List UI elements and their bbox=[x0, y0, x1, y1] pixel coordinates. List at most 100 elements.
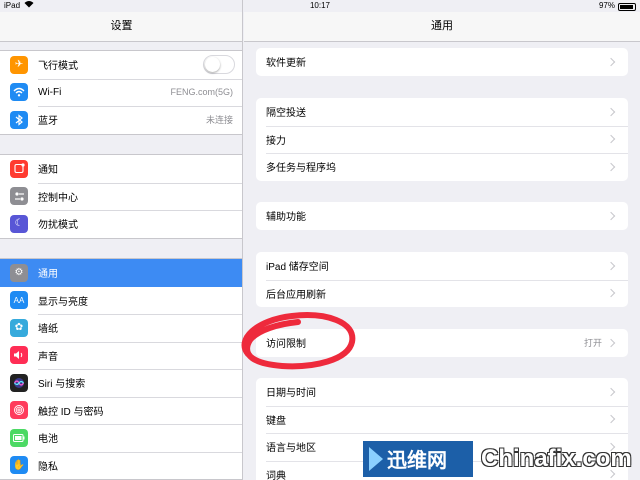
wifi-network-name: FENG.com(5G) bbox=[170, 87, 233, 98]
control-center-icon bbox=[10, 187, 28, 206]
sidebar-item-wifi[interactable]: Wi-Fi FENG.com(5G) bbox=[0, 78, 242, 107]
sidebar-item-label: Siri 与搜索 bbox=[38, 379, 86, 391]
row-airdrop[interactable]: 隔空投送 bbox=[256, 98, 628, 126]
moon-icon: ☾ bbox=[10, 214, 28, 233]
sidebar-item-display-brightness[interactable]: AA 显示与亮度 bbox=[0, 287, 242, 315]
row-label: 辅助功能 bbox=[266, 212, 306, 224]
bluetooth-status: 未连接 bbox=[205, 115, 233, 126]
sidebar-group-general: ⚙ 通用 AA 显示与亮度 ✿ 墙纸 声音 Siri 与搜索 触控 ID 与密码… bbox=[0, 258, 242, 480]
battery-icon bbox=[10, 428, 28, 447]
row-software-update[interactable]: 软件更新 bbox=[256, 48, 628, 76]
status-right: 97% bbox=[599, 0, 636, 12]
row-handoff[interactable]: 接力 bbox=[256, 125, 628, 154]
settings-sidebar: 设置 ✈ 飞行模式 Wi-Fi FENG.com(5G) 蓝牙 未连接 通知 控… bbox=[0, 0, 243, 480]
sidebar-item-general[interactable]: ⚙ 通用 bbox=[0, 259, 242, 287]
general-group-restrictions: 访问限制 打开 bbox=[256, 329, 628, 357]
sidebar-item-sounds[interactable]: 声音 bbox=[0, 341, 242, 370]
sidebar-item-battery[interactable]: 电池 bbox=[0, 424, 242, 452]
row-label: 软件更新 bbox=[266, 58, 306, 70]
row-background-app-refresh[interactable]: 后台应用刷新 bbox=[256, 279, 628, 308]
notifications-icon bbox=[10, 159, 28, 178]
watermark-cn: 迅维网 bbox=[387, 450, 447, 472]
sidebar-item-label: 蓝牙 bbox=[38, 116, 58, 128]
chevron-right-icon bbox=[606, 338, 616, 347]
chevron-right-icon bbox=[606, 57, 616, 66]
status-time: 10:17 bbox=[309, 1, 331, 10]
general-group-update: 软件更新 bbox=[256, 48, 628, 76]
status-left: iPad bbox=[4, 0, 34, 12]
sidebar-group-connectivity: ✈ 飞行模式 Wi-Fi FENG.com(5G) 蓝牙 未连接 bbox=[0, 50, 242, 135]
siri-icon bbox=[10, 373, 28, 392]
row-restrictions[interactable]: 访问限制 打开 bbox=[256, 329, 628, 357]
watermark-logo: 迅维网 bbox=[363, 440, 473, 477]
airplane-mode-toggle[interactable] bbox=[203, 55, 235, 75]
chevron-right-icon bbox=[606, 211, 616, 220]
watermark-en: Chinafix.com bbox=[481, 444, 632, 472]
watermark: 迅维网 Chinafix.com bbox=[363, 437, 640, 480]
row-accessibility[interactable]: 辅助功能 bbox=[256, 202, 628, 230]
watermark-arrow-icon bbox=[369, 446, 383, 471]
chevron-right-icon bbox=[606, 387, 616, 396]
chevron-right-icon bbox=[606, 289, 616, 298]
battery-percent: 97% bbox=[598, 1, 615, 10]
row-label: 日期与时间 bbox=[266, 388, 316, 400]
sidebar-item-label: 隐私 bbox=[38, 461, 58, 473]
display-icon: AA bbox=[10, 291, 28, 310]
sidebar-item-airplane-mode[interactable]: ✈ 飞行模式 bbox=[0, 51, 242, 79]
row-label: 接力 bbox=[266, 135, 286, 147]
sidebar-title: 设置 bbox=[0, 12, 242, 42]
general-group-storage: iPad 储存空间 后台应用刷新 bbox=[256, 252, 628, 307]
chevron-right-icon bbox=[606, 415, 616, 424]
wallpaper-icon: ✿ bbox=[10, 318, 28, 337]
sidebar-item-label: 显示与亮度 bbox=[38, 296, 88, 308]
general-group-continuity: 隔空投送 接力 多任务与程序坞 bbox=[256, 98, 628, 181]
sidebar-item-control-center[interactable]: 控制中心 bbox=[0, 182, 242, 211]
sidebar-item-label: 触控 ID 与密码 bbox=[38, 406, 104, 418]
row-label: 多任务与程序坞 bbox=[266, 163, 336, 175]
row-label: iPad 储存空间 bbox=[266, 262, 329, 274]
sidebar-item-siri-search[interactable]: Siri 与搜索 bbox=[0, 369, 242, 397]
sidebar-item-label: 控制中心 bbox=[38, 192, 78, 204]
row-label: 访问限制 bbox=[266, 339, 306, 351]
fingerprint-icon bbox=[10, 401, 28, 420]
sidebar-item-wallpaper[interactable]: ✿ 墙纸 bbox=[0, 314, 242, 342]
wifi-icon bbox=[10, 83, 28, 102]
sidebar-item-label: 声音 bbox=[38, 351, 58, 363]
row-date-time[interactable]: 日期与时间 bbox=[256, 378, 628, 406]
sidebar-item-label: 墙纸 bbox=[38, 324, 58, 336]
row-label: 后台应用刷新 bbox=[266, 289, 326, 301]
chevron-right-icon bbox=[606, 261, 616, 270]
sound-icon bbox=[10, 346, 28, 365]
airplane-icon: ✈ bbox=[10, 55, 28, 74]
chevron-right-icon bbox=[606, 135, 616, 144]
chevron-right-icon bbox=[606, 162, 616, 171]
sidebar-item-label: 通用 bbox=[38, 269, 58, 281]
sidebar-item-label: Wi-Fi bbox=[38, 86, 62, 98]
row-label: 隔空投送 bbox=[266, 108, 306, 120]
row-ipad-storage[interactable]: iPad 储存空间 bbox=[256, 252, 628, 280]
status-bar: 10:17 iPad 97% bbox=[0, 0, 640, 12]
wifi-status-icon bbox=[24, 0, 34, 12]
general-settings-pane: 通用 软件更新 隔空投送 接力 多任务与程序坞 辅助功能 iPad 储存空间 后… bbox=[244, 0, 640, 480]
hand-icon: ✋ bbox=[10, 456, 28, 475]
sidebar-item-bluetooth[interactable]: 蓝牙 未连接 bbox=[0, 106, 242, 134]
bluetooth-icon bbox=[10, 110, 28, 129]
sidebar-item-privacy[interactable]: ✋ 隐私 bbox=[0, 451, 242, 480]
sidebar-item-label: 电池 bbox=[38, 434, 58, 446]
sidebar-group-notifications: 通知 控制中心 ☾ 勿扰模式 bbox=[0, 154, 242, 239]
sidebar-item-do-not-disturb[interactable]: ☾ 勿扰模式 bbox=[0, 210, 242, 238]
general-group-accessibility: 辅助功能 bbox=[256, 202, 628, 230]
sidebar-item-touch-id[interactable]: 触控 ID 与密码 bbox=[0, 396, 242, 425]
row-label: 键盘 bbox=[266, 415, 286, 427]
gear-icon: ⚙ bbox=[10, 263, 28, 282]
device-name: iPad bbox=[4, 1, 21, 10]
sidebar-item-label: 飞行模式 bbox=[38, 61, 78, 73]
restrictions-status: 打开 bbox=[583, 338, 602, 349]
battery-status-icon bbox=[618, 3, 636, 11]
chevron-right-icon bbox=[606, 107, 616, 116]
row-keyboard[interactable]: 键盘 bbox=[256, 405, 628, 434]
sidebar-item-label: 通知 bbox=[38, 165, 58, 177]
row-multitasking-dock[interactable]: 多任务与程序坞 bbox=[256, 153, 628, 181]
sidebar-item-notifications[interactable]: 通知 bbox=[0, 155, 242, 183]
pane-title: 通用 bbox=[244, 12, 640, 42]
